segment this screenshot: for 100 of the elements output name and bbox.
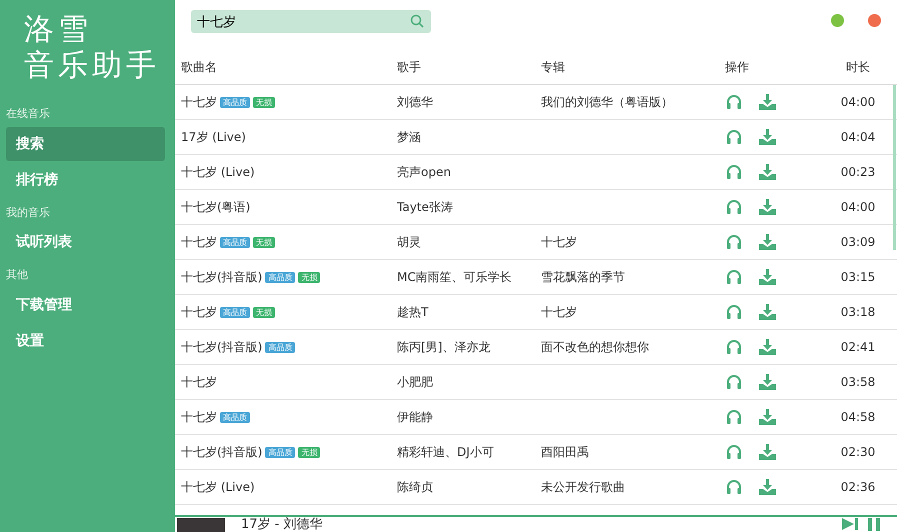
quality-tag: 高品质: [220, 97, 250, 108]
duration: 03:09: [840, 235, 876, 249]
headphones-icon[interactable]: [726, 374, 742, 389]
song-title: 十七岁(粤语): [181, 200, 250, 214]
album-name: 雪花飘落的季节: [541, 270, 625, 284]
quality-tag: 高品质: [220, 237, 250, 248]
duration: 04:04: [840, 130, 876, 144]
singer-name: 精彩轩迪、DJ小可: [397, 445, 494, 459]
quality-tag: 无损: [253, 237, 275, 248]
search-field[interactable]: 十七岁: [191, 10, 431, 33]
column-header: 时长: [846, 60, 870, 74]
scrollbar[interactable]: [893, 85, 896, 250]
now-playing-title: 17岁 - 刘德华: [241, 517, 324, 532]
pause-icon[interactable]: [867, 517, 881, 531]
sidebar-item[interactable]: 下载管理: [6, 288, 165, 322]
download-icon[interactable]: [759, 444, 776, 460]
quality-tag: 高品质: [220, 412, 250, 423]
download-icon[interactable]: [759, 164, 776, 180]
quality-tag: 无损: [253, 307, 275, 318]
singer-name: Tayte张涛: [397, 200, 453, 214]
song-title: 十七岁(抖音版): [181, 445, 262, 459]
song-title: 十七岁: [181, 95, 217, 109]
download-icon[interactable]: [759, 374, 776, 390]
song-title: 十七岁: [181, 305, 217, 319]
sidebar-item[interactable]: 设置: [6, 324, 165, 358]
song-title: 十七岁(抖音版): [181, 340, 262, 354]
download-icon[interactable]: [759, 234, 776, 250]
album-cover-placeholder: [177, 518, 225, 532]
sidebar-section-title: 我的音乐: [5, 204, 51, 220]
duration: 04:00: [840, 95, 876, 109]
next-icon[interactable]: [841, 517, 859, 531]
song-title: 十七岁 (Live): [181, 165, 255, 179]
window-control-dot[interactable]: [868, 14, 881, 27]
download-icon[interactable]: [759, 339, 776, 355]
download-icon[interactable]: [759, 199, 776, 215]
headphones-icon[interactable]: [726, 164, 742, 179]
song-title: 十七岁: [181, 375, 217, 389]
album-name: 未公开发行歌曲: [541, 480, 625, 494]
headphones-icon[interactable]: [726, 409, 742, 424]
sidebar-item[interactable]: 搜索: [6, 126, 165, 160]
column-header: 歌手: [397, 60, 421, 74]
sidebar-item[interactable]: 试听列表: [6, 225, 165, 259]
column-header: 歌曲名: [181, 60, 217, 74]
duration: 04:00: [840, 200, 876, 214]
singer-name: 陈丙[男]、泽亦龙: [397, 340, 490, 354]
album-name: 十七岁: [541, 235, 577, 249]
song-title: 17岁 (Live): [181, 130, 246, 144]
app-logo: 洛雪 音乐助手: [23, 11, 161, 85]
download-icon[interactable]: [759, 129, 776, 145]
duration: 04:58: [840, 410, 876, 424]
singer-name: 亮声open: [397, 165, 451, 179]
duration: 02:36: [840, 480, 876, 494]
song-title: 十七岁 (Live): [181, 480, 255, 494]
song-title: 十七岁(抖音版): [181, 270, 262, 284]
headphones-icon[interactable]: [726, 199, 742, 214]
sidebar-section-title: 其他: [5, 267, 29, 283]
song-title: 十七岁: [181, 410, 217, 424]
download-icon[interactable]: [759, 304, 776, 320]
window-control-dot[interactable]: [831, 14, 844, 27]
singer-name: 梦涵: [397, 130, 421, 144]
quality-tag: 高品质: [265, 447, 296, 458]
headphones-icon[interactable]: [726, 479, 742, 494]
singer-name: 刘德华: [397, 95, 433, 109]
duration: 03:58: [840, 375, 876, 389]
singer-name: 胡灵: [397, 235, 421, 249]
album-name: 面不改色的想你想你: [541, 340, 649, 354]
column-header: 操作: [725, 60, 749, 74]
headphones-icon[interactable]: [726, 269, 742, 284]
download-icon[interactable]: [759, 269, 776, 285]
singer-name: 陈绮贞: [397, 480, 433, 494]
quality-tag: 无损: [298, 447, 320, 458]
duration: 02:30: [840, 445, 876, 459]
duration: 03:18: [840, 305, 876, 319]
download-icon[interactable]: [759, 94, 776, 110]
column-header: 专辑: [541, 60, 565, 74]
singer-name: 趁热T: [397, 305, 428, 319]
download-icon[interactable]: [759, 409, 776, 425]
quality-tag: 高品质: [220, 307, 250, 318]
sidebar-item[interactable]: 排行榜: [6, 162, 165, 196]
duration: 02:41: [840, 340, 876, 354]
singer-name: MC南雨笙、可乐学长: [397, 270, 512, 284]
quality-tag: 高品质: [265, 272, 296, 283]
quality-tag: 无损: [298, 272, 320, 283]
album-name: 我们的刘德华（粤语版）: [541, 95, 673, 109]
sidebar-section-title: 在线音乐: [5, 106, 51, 122]
headphones-icon[interactable]: [726, 129, 742, 144]
quality-tag: 高品质: [265, 342, 296, 353]
album-name: 酉阳田禹: [541, 445, 589, 459]
headphones-icon[interactable]: [726, 234, 742, 249]
singer-name: 伊能静: [397, 410, 433, 424]
singer-name: 小肥肥: [397, 375, 433, 389]
headphones-icon[interactable]: [726, 94, 742, 109]
headphones-icon[interactable]: [726, 444, 742, 459]
headphones-icon[interactable]: [726, 339, 742, 354]
search-icon[interactable]: [410, 14, 424, 28]
download-icon[interactable]: [759, 479, 776, 495]
album-name: 十七岁: [541, 305, 577, 319]
headphones-icon[interactable]: [726, 304, 742, 319]
quality-tag: 无损: [253, 97, 275, 108]
song-title: 十七岁: [181, 235, 217, 249]
